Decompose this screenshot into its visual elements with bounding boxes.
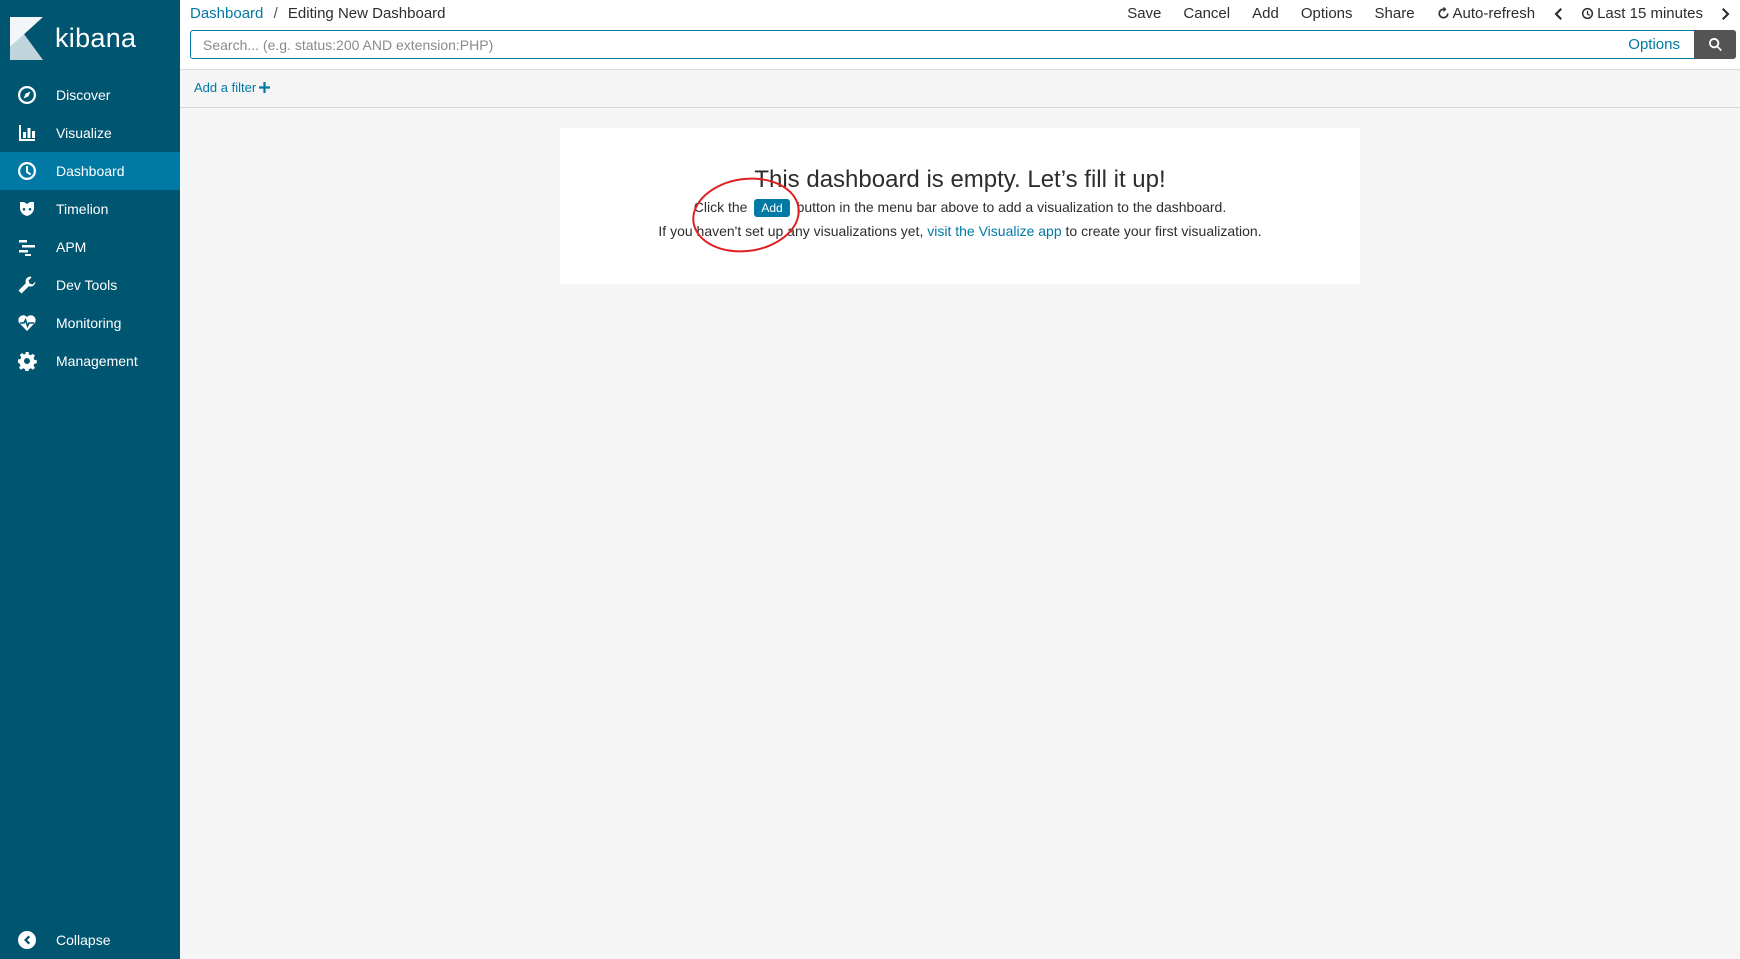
apm-icon [16,236,38,258]
time-range-label: Last 15 minutes [1597,5,1703,22]
cancel-button[interactable]: Cancel [1183,5,1230,22]
save-button[interactable]: Save [1127,5,1161,22]
top-menu: Save Cancel Add Options Share Auto-refre… [1116,5,1740,22]
add-button[interactable]: Add [1252,5,1279,22]
sidebar-item-dev-tools[interactable]: Dev Tools [0,266,180,304]
add-filter-link[interactable]: Add a filter [194,80,271,95]
kibana-logo-icon [10,16,43,60]
sidebar: kibana Discover Visualize Dashboard Time… [0,0,180,959]
sidebar-collapse[interactable]: Collapse [0,921,180,959]
time-back-button[interactable] [1552,7,1564,21]
heartbeat-icon [16,312,38,334]
gear-icon [16,350,38,372]
sidebar-item-label: Visualize [56,125,112,141]
empty-dashboard-instruction: Click the Add button in the menu bar abo… [560,199,1360,217]
filter-bar: Add a filter [180,70,1740,108]
empty-dashboard-hint: If you haven't set up any visualizations… [560,223,1360,239]
logo-text: kibana [55,22,137,53]
sidebar-item-label: Dev Tools [56,277,118,293]
sidebar-item-label: Discover [56,87,111,103]
sidebar-item-label: Monitoring [56,315,122,331]
sidebar-item-timelion[interactable]: Timelion [0,190,180,228]
hint-text-before: If you haven't set up any visualizations… [658,223,924,239]
kibana-logo[interactable]: kibana [0,0,180,76]
collapse-label: Collapse [56,932,111,948]
sidebar-item-label: Timelion [56,201,109,217]
sidebar-item-apm[interactable]: APM [0,228,180,266]
plus-icon [259,82,271,93]
share-button[interactable]: Share [1375,5,1415,22]
search-bar: Options [190,30,1736,59]
instruction-text-before: Click the [693,199,748,215]
top-header: Dashboard / Editing New Dashboard Save C… [180,0,1740,70]
clock-icon [1582,7,1594,20]
time-picker-button[interactable]: Last 15 minutes [1581,5,1703,22]
sidebar-item-monitoring[interactable]: Monitoring [0,304,180,342]
sidebar-item-dashboard[interactable]: Dashboard [0,152,180,190]
bar-chart-icon [16,122,38,144]
sidebar-item-management[interactable]: Management [0,342,180,380]
search-input[interactable] [191,31,1629,58]
empty-dashboard-panel: This dashboard is empty. Let’s fill it u… [560,128,1360,284]
collapse-arrow-icon [16,929,38,951]
hint-text-after: to create your first visualization. [1065,223,1262,239]
auto-refresh-label: Auto-refresh [1452,5,1536,22]
breadcrumb-separator: / [273,5,278,22]
breadcrumb-dashboard-link[interactable]: Dashboard [190,5,263,22]
options-button[interactable]: Options [1301,5,1353,22]
sidebar-item-label: APM [56,239,87,255]
breadcrumb: Dashboard / Editing New Dashboard [190,5,446,22]
add-filter-label: Add a filter [194,80,257,95]
search-options-link[interactable]: Options [1628,36,1680,53]
auto-refresh-button[interactable]: Auto-refresh [1437,5,1536,22]
sidebar-item-label: Dashboard [56,163,125,179]
dashboard-icon [16,160,38,182]
empty-dashboard-title: This dashboard is empty. Let’s fill it u… [754,166,1166,193]
sidebar-item-label: Management [56,353,138,369]
chevron-right-icon [1722,7,1730,20]
compass-icon [16,84,38,106]
timelion-icon [16,198,38,220]
sidebar-item-discover[interactable]: Discover [0,76,180,114]
sidebar-item-visualize[interactable]: Visualize [0,114,180,152]
time-forward-button[interactable] [1720,7,1732,21]
search-icon [1708,37,1722,52]
visit-visualize-link[interactable]: visit the Visualize app [927,223,1061,239]
breadcrumb-current: Editing New Dashboard [287,5,446,22]
chevron-left-icon [1554,7,1563,20]
instruction-text-after: button in the menu bar above to add a vi… [796,199,1227,215]
inline-add-button[interactable]: Add [754,199,790,217]
refresh-icon [1437,7,1449,19]
search-button[interactable] [1694,30,1736,59]
wrench-icon [16,274,38,296]
